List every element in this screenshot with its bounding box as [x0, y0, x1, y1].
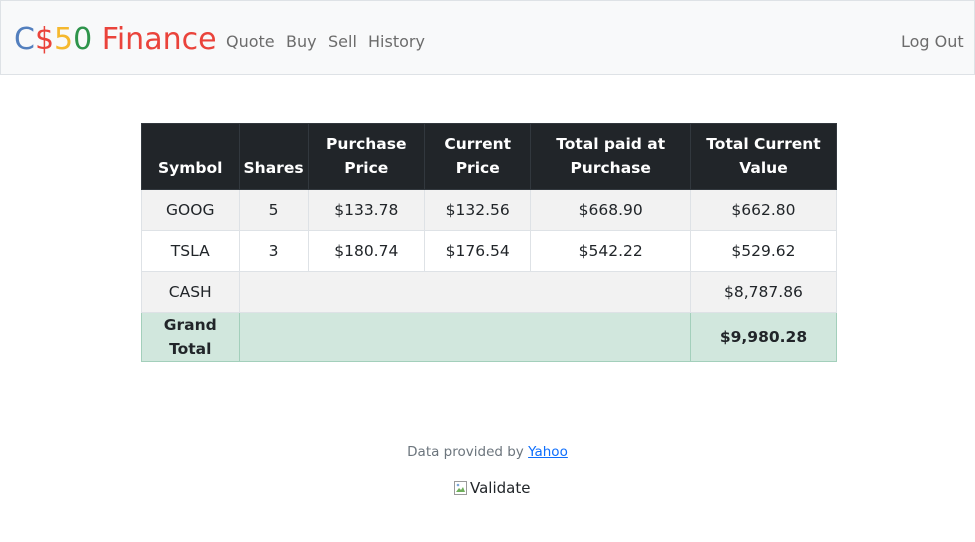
grand-total-label: Grand Total	[141, 312, 240, 362]
header-total-value-line2: Value	[739, 159, 788, 177]
yahoo-link[interactable]: Yahoo	[528, 444, 568, 460]
brand-part-5: 5	[54, 22, 74, 57]
header-current-price: Current Price	[424, 123, 532, 190]
broken-image-icon	[453, 480, 469, 496]
nav-link-quote[interactable]: Quote	[226, 32, 275, 52]
nav-link-buy[interactable]: Buy	[286, 32, 317, 52]
header-symbol: Symbol	[141, 123, 240, 190]
cell-symbol: GOOG	[141, 189, 240, 231]
header-current-price-line1: Current	[444, 135, 512, 153]
table-header-row: Symbol Shares Purchase Price Current Price…	[141, 123, 838, 190]
cell-total-paid: $542.22	[530, 230, 691, 272]
cash-value: $8,787.86	[689, 271, 838, 313]
header-purchase-price-line1: Purchase	[326, 135, 407, 153]
header-purchase-price: Purchase Price	[307, 123, 426, 190]
grand-total-label-line1: Grand	[163, 316, 217, 334]
header-total-paid: Total paid at Purchase	[530, 123, 691, 190]
header-shares: Shares	[238, 123, 309, 190]
footer: Data provided by Yahoo	[0, 444, 975, 460]
table-row: GOOG 5 $133.78 $132.56 $668.90 $662.80	[141, 189, 838, 231]
grand-total-value: $9,980.28	[689, 312, 838, 362]
cell-purchase-price: $180.74	[307, 230, 426, 272]
header-total-paid-line1: Total paid at	[556, 135, 666, 153]
cell-total-value: $529.62	[689, 230, 838, 272]
validate-image[interactable]: Validate	[453, 479, 530, 497]
cell-purchase-price: $133.78	[307, 189, 426, 231]
portfolio-table: Symbol Shares Purchase Price Current Price…	[141, 123, 838, 362]
navbar: C$50 Finance Quote Buy Sell History Log …	[0, 0, 975, 75]
cell-total-paid: $668.90	[530, 189, 691, 231]
cell-current-price: $132.56	[424, 189, 532, 231]
brand-part-c: C	[14, 22, 35, 57]
cell-symbol: TSLA	[141, 230, 240, 272]
header-total-value-line1: Total Current	[706, 135, 821, 153]
cell-shares: 5	[238, 189, 309, 231]
grand-total-empty-cell	[238, 312, 691, 362]
grand-total-label-line2: Total	[169, 340, 212, 358]
cash-label: CASH	[141, 271, 240, 313]
nav-link-history[interactable]: History	[368, 32, 425, 52]
table-row: TSLA 3 $180.74 $176.54 $542.22 $529.62	[141, 230, 838, 272]
header-purchase-price-line2: Price	[344, 159, 389, 177]
grand-total-row: Grand Total $9,980.28	[141, 312, 838, 362]
cash-row: CASH $8,787.86	[141, 271, 838, 313]
brand-part-0: 0	[73, 22, 93, 57]
cash-empty-cell	[238, 271, 691, 313]
brand-part-finance: Finance	[92, 22, 217, 57]
brand-part-dollar: $	[34, 22, 55, 57]
header-total-paid-line2: Purchase	[570, 159, 651, 177]
validate-alt-text: Validate	[470, 479, 531, 497]
header-total-value: Total Current Value	[689, 123, 838, 190]
logout-link[interactable]: Log Out	[901, 32, 964, 52]
cell-total-value: $662.80	[689, 189, 838, 231]
cell-shares: 3	[238, 230, 309, 272]
nav-link-sell[interactable]: Sell	[328, 32, 357, 52]
cell-current-price: $176.54	[424, 230, 532, 272]
brand-logo[interactable]: C$50 Finance	[14, 20, 217, 60]
footer-prefix: Data provided by	[407, 444, 529, 460]
header-current-price-line2: Price	[455, 159, 500, 177]
